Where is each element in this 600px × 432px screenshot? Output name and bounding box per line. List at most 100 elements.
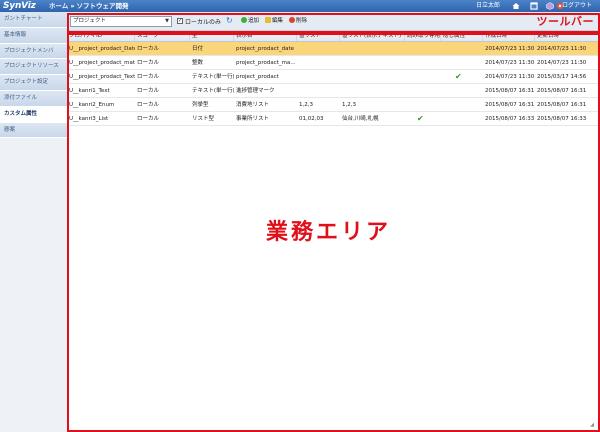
column-header-property-id[interactable]: プロパティID xyxy=(67,31,135,41)
cell-display-name: 事業所リスト xyxy=(236,116,270,122)
cell-value-list: 1,2,3 xyxy=(299,102,313,108)
hidden-check-icon: ✔ xyxy=(455,72,462,81)
cell-updated: 2015/03/17 14:56 xyxy=(537,74,587,80)
add-icon xyxy=(241,17,247,23)
sidebar-item-project-resources[interactable]: プロジェクトリソース xyxy=(0,59,67,76)
cell-type: テキスト(単一行) xyxy=(192,74,234,80)
cell-property-id: U__kanri2_Enum xyxy=(69,102,115,108)
table-row[interactable]: U__project_prodact_math1_Int ローカル 整数 pro… xyxy=(67,56,600,70)
readonly-check-icon: ✔ xyxy=(417,114,424,123)
breadcrumb: ホーム» ソフトウェア開発 xyxy=(49,0,129,12)
cell-scope: ローカル xyxy=(137,60,160,66)
cell-value-list xyxy=(297,56,340,69)
top-bar: SynViz ホーム» ソフトウェア開発 日立太郎 ログアウト xyxy=(0,0,600,12)
cell-readonly: ✔ xyxy=(405,112,441,125)
column-header-value-list-text[interactable]: 値リスト(表示テキスト) xyxy=(340,31,405,41)
cell-property-id: U__kanri3_List xyxy=(69,116,109,122)
cell-value-list-text xyxy=(340,56,405,69)
cell-readonly xyxy=(405,42,441,55)
cell-value-list-text xyxy=(340,70,405,83)
cell-scope: ローカル xyxy=(137,74,160,80)
column-header-type[interactable]: 型 xyxy=(190,31,234,41)
box-icon[interactable] xyxy=(546,2,554,10)
cell-type: リスト型 xyxy=(192,116,215,122)
sidebar-item-issues[interactable]: 懸案 xyxy=(0,122,67,139)
cell-display-name: 進捗管理マーク xyxy=(236,88,275,94)
resize-grip-icon[interactable]: ◢ xyxy=(590,422,594,428)
column-header-hidden[interactable]: 隠し属性 xyxy=(441,31,483,41)
cell-created: 2014/07/23 11:30 xyxy=(485,74,535,80)
sidebar-item-attachments[interactable]: 添付ファイル xyxy=(0,90,67,107)
column-header-readonly[interactable]: 読み取り専用 xyxy=(405,31,441,41)
cell-created: 2015/08/07 16:33 xyxy=(485,116,535,122)
breadcrumb-home-link[interactable]: ホーム xyxy=(49,2,68,10)
table-row[interactable]: U__project_prodact_Date ローカル 日付 project_… xyxy=(67,42,600,56)
logout-link[interactable]: ログアウト xyxy=(562,0,592,12)
cell-readonly xyxy=(405,84,441,97)
table-row[interactable]: U__kanri1_Text ローカル テキスト(単一行) 進捗管理マーク 20… xyxy=(67,84,600,98)
business-area-annotation: 業務エリア xyxy=(266,220,392,245)
cell-value-list-text: 仙台,川崎,札幌 xyxy=(342,116,379,122)
toolbar: プロジェクト ▼ ✓ ローカルのみ ↻ 追加 編集 削除 ツールバー xyxy=(67,12,600,31)
cell-value-list-text xyxy=(340,42,405,55)
edit-button-label: 編集 xyxy=(272,18,284,24)
cell-updated: 2015/08/07 16:31 xyxy=(537,88,587,94)
cell-value-list xyxy=(297,84,340,97)
cell-value-list: 01,02,03 xyxy=(299,116,324,122)
window-icon[interactable] xyxy=(530,2,538,10)
sidebar-item-project-settings[interactable]: プロジェクト設定 xyxy=(0,75,67,91)
cell-value-list xyxy=(297,70,340,83)
sidebar-item-custom-attributes[interactable]: カスタム属性 xyxy=(0,106,67,123)
cell-updated: 2014/07/23 11:30 xyxy=(537,46,587,52)
local-only-checkbox[interactable]: ✓ xyxy=(177,18,183,24)
scope-select-value: プロジェクト xyxy=(73,18,107,24)
delete-icon xyxy=(289,17,295,23)
cell-value-list xyxy=(297,42,340,55)
cell-updated: 2015/08/07 16:33 xyxy=(537,116,587,122)
cell-type: 列挙型 xyxy=(192,102,209,108)
toolbar-annotation: ツールバー xyxy=(536,15,594,28)
cell-hidden xyxy=(441,84,483,97)
cell-updated: 2015/08/07 16:31 xyxy=(537,102,587,108)
column-header-scope[interactable]: スコープ xyxy=(135,31,190,41)
cell-updated: 2014/07/23 11:30 xyxy=(537,60,587,66)
add-button-label: 追加 xyxy=(248,18,260,24)
cell-display-name: 消費地リスト xyxy=(236,102,270,108)
cell-readonly xyxy=(405,98,441,111)
column-header-display-name[interactable]: 表示名 xyxy=(234,31,297,41)
edit-button[interactable]: 編集 xyxy=(265,17,283,26)
cell-scope: ローカル xyxy=(137,46,160,52)
cell-scope: ローカル xyxy=(137,88,160,94)
column-header-value-list[interactable]: 値リスト xyxy=(297,31,340,41)
cell-created: 2015/08/07 16:31 xyxy=(485,102,535,108)
table-row[interactable]: U__kanri3_List ローカル リスト型 事業所リスト 01,02,03… xyxy=(67,112,600,126)
cell-property-id: U__kanri1_Text xyxy=(69,88,110,94)
breadcrumb-current: ソフトウェア開発 xyxy=(76,2,129,10)
cell-value-list-text xyxy=(340,84,405,97)
app-logo[interactable]: SynViz xyxy=(3,0,36,12)
user-name: 日立太郎 xyxy=(476,2,501,9)
cell-type: 日付 xyxy=(192,46,204,52)
column-header-updated[interactable]: 更新日時 xyxy=(535,31,600,41)
home-icon[interactable] xyxy=(512,2,520,10)
delete-button-label: 削除 xyxy=(296,18,308,24)
refresh-icon[interactable]: ↻ xyxy=(226,16,233,25)
cell-scope: ローカル xyxy=(137,102,160,108)
cell-display-name: project_prodact_date xyxy=(236,46,295,52)
cell-hidden xyxy=(441,112,483,125)
delete-button[interactable]: 削除 xyxy=(289,17,307,26)
cell-display-name: project_prodact_ma... xyxy=(236,60,296,66)
table-row[interactable]: U__kanri2_Enum ローカル 列挙型 消費地リスト 1,2,3 1,2… xyxy=(67,98,600,112)
add-button[interactable]: 追加 xyxy=(241,17,259,26)
table-row[interactable]: U__project_prodact_Text ローカル テキスト(単一行) p… xyxy=(67,70,600,84)
cell-hidden: ✔ xyxy=(441,70,483,83)
cell-readonly xyxy=(405,56,441,69)
sidebar-item-basic-info[interactable]: 基本情報 xyxy=(0,27,67,44)
scope-select[interactable]: プロジェクト ▼ xyxy=(70,16,172,27)
cell-type: 整数 xyxy=(192,60,204,66)
chevron-down-icon: ▼ xyxy=(165,18,169,24)
sidebar-item-project-members[interactable]: プロジェクトメンバ xyxy=(0,43,67,60)
column-header-created[interactable]: 作成日時 xyxy=(483,31,535,41)
custom-attributes-table: プロパティID スコープ 型 表示名 値リスト 値リスト(表示テキスト) 読み取… xyxy=(67,31,600,126)
sidebar-item-gantt-chart[interactable]: ガントチャート xyxy=(0,12,67,28)
